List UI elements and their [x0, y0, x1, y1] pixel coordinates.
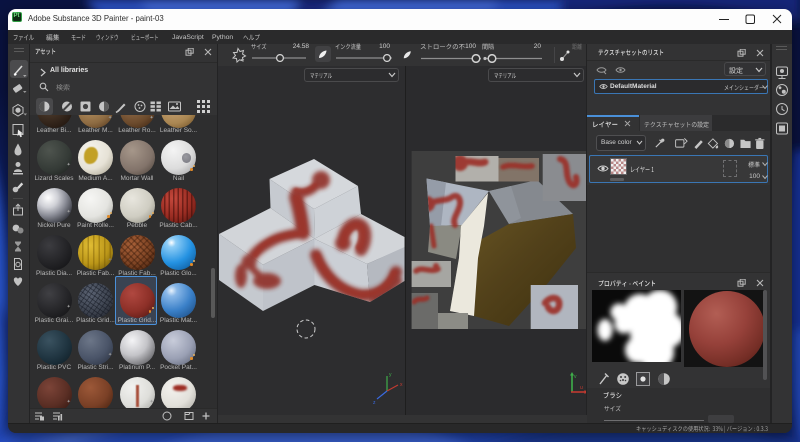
svg-text:x: x — [400, 382, 403, 388]
svg-text:z: z — [373, 400, 376, 406]
svg-text:v: v — [574, 374, 577, 380]
svg-text:y: y — [389, 372, 392, 378]
svg-text:u: u — [580, 385, 583, 391]
